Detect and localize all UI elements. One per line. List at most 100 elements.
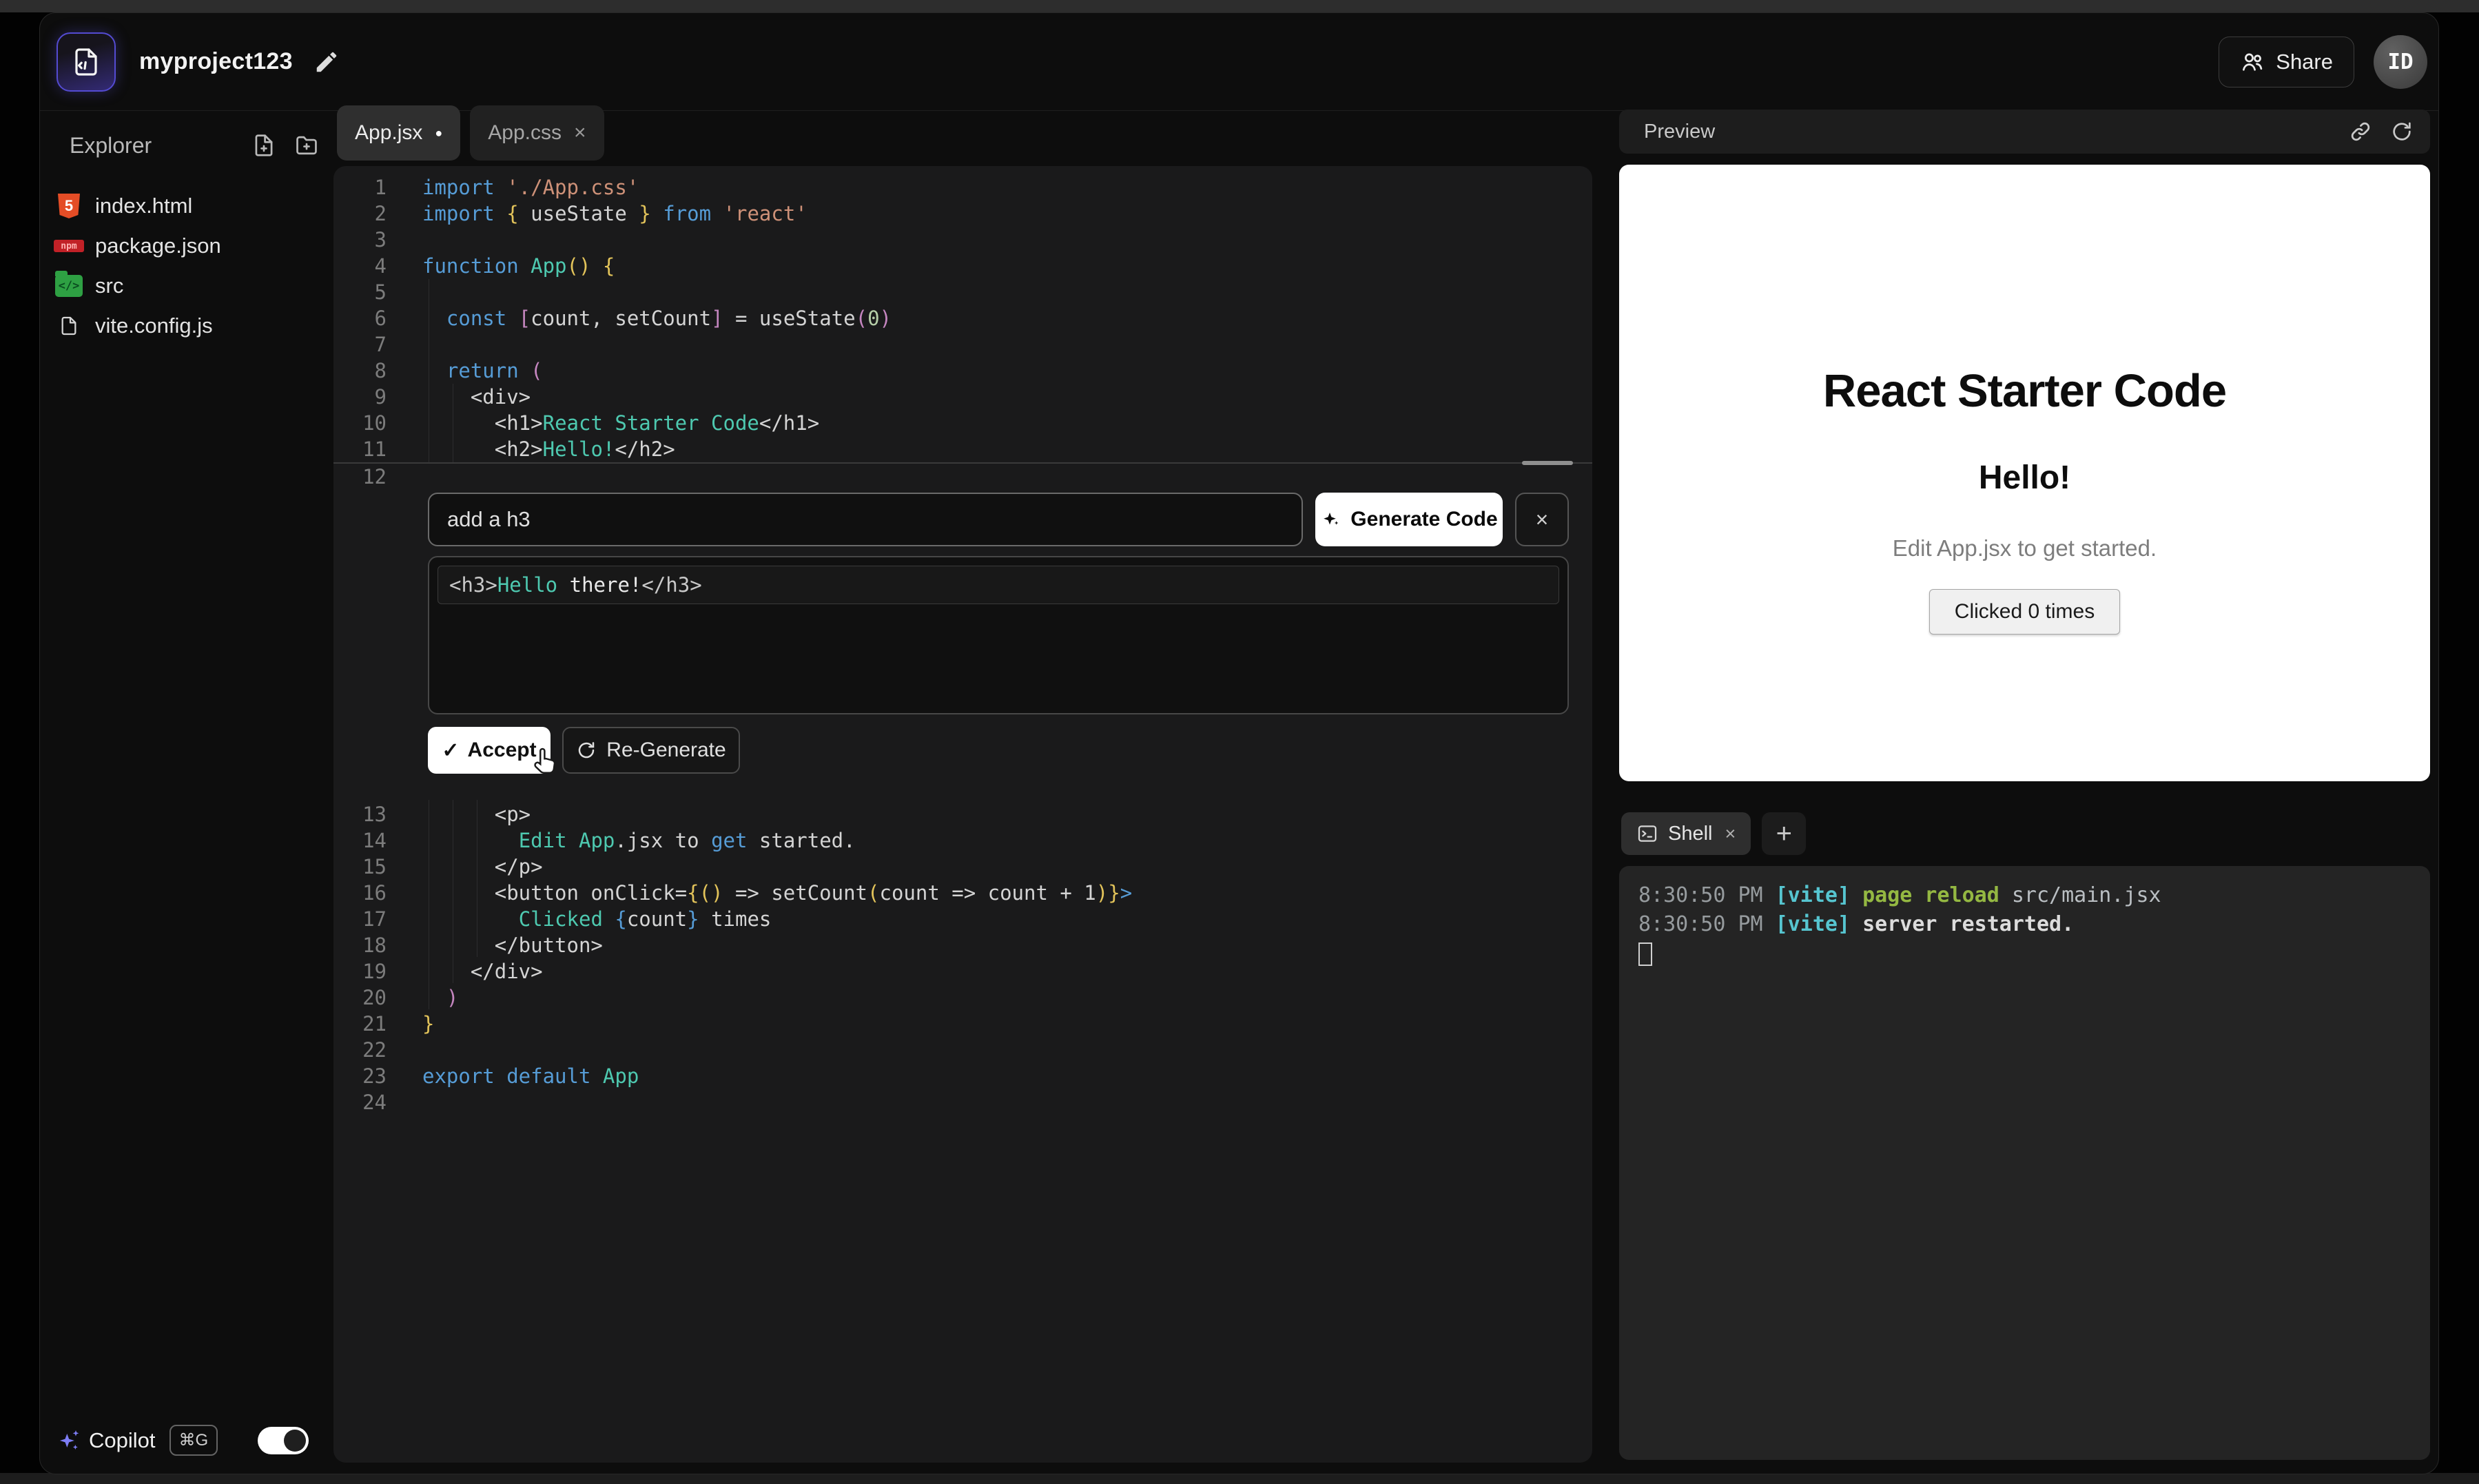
preview-counter-button[interactable]: Clicked 0 times: [1929, 589, 2120, 635]
desktop-background-top: [0, 0, 2479, 12]
code-line[interactable]: 18 </button>: [333, 932, 1592, 958]
refresh-preview-icon[interactable]: [2390, 120, 2414, 143]
generate-code-label: Generate Code: [1350, 508, 1497, 531]
tab-label: App.jsx: [355, 121, 422, 145]
code-line[interactable]: 23export default App: [333, 1063, 1592, 1089]
code-line[interactable]: 10 <h1>React Starter Code</h1>: [333, 410, 1592, 436]
code-line[interactable]: 4function App() {: [333, 253, 1592, 279]
app-logo[interactable]: [56, 32, 116, 92]
line-number: 16: [333, 880, 387, 906]
explorer-title: Explorer: [70, 133, 152, 158]
src-folder-icon: </>: [54, 275, 84, 297]
terminal-line: 8:30:50 PM [vite] server restarted.: [1638, 910, 2411, 939]
file-name: src: [95, 274, 123, 298]
open-link-icon[interactable]: [2349, 120, 2372, 143]
shell-tabs: Shell × +: [1621, 812, 1806, 855]
right-panel: Preview React Starter Code Hell: [1619, 13, 2435, 1474]
file-code-icon: [70, 44, 103, 80]
code-line[interactable]: 19 </div>: [333, 958, 1592, 985]
copilot-toggle[interactable]: [258, 1427, 309, 1454]
html5-icon: 5: [54, 194, 84, 218]
code-line[interactable]: 24: [333, 1089, 1592, 1115]
terminal-lines: 8:30:50 PM [vite] page reload src/main.j…: [1638, 881, 2411, 939]
terminal-output[interactable]: 8:30:50 PM [vite] page reload src/main.j…: [1619, 866, 2430, 1460]
line-number: 19: [333, 958, 387, 985]
preview-iframe[interactable]: React Starter Code Hello! Edit App.jsx t…: [1619, 165, 2430, 781]
regenerate-button[interactable]: Re-Generate: [562, 727, 740, 774]
file-name: package.json: [95, 234, 221, 258]
code-lines-bottom: 13 <p>14 Edit App.jsx to get started.15 …: [333, 801, 1592, 1115]
close-ai-widget-button[interactable]: ×: [1515, 493, 1569, 546]
code-line[interactable]: 11 <h2>Hello!</h2>: [333, 436, 1592, 462]
copilot-bar: Copilot ⌘G: [54, 1425, 309, 1456]
shell-tab-label: Shell: [1668, 823, 1713, 845]
code-line[interactable]: 13 <p>: [333, 801, 1592, 827]
code-line[interactable]: 22: [333, 1037, 1592, 1063]
explorer-sidebar: Explorer 5: [40, 112, 333, 1474]
code-line[interactable]: 8 return (: [333, 358, 1592, 384]
code-line[interactable]: 14 Edit App.jsx to get started.: [333, 827, 1592, 854]
line-number: 20: [333, 985, 387, 1011]
file-name: vite.config.js: [95, 313, 213, 338]
file-row-index-html[interactable]: 5 index.html: [40, 186, 333, 226]
sparkles-icon: [54, 1427, 82, 1454]
code-line[interactable]: 21}: [333, 1011, 1592, 1037]
ai-inline-widget: Generate Code × <h3>Hello there!</h3> ✓ …: [428, 493, 1569, 774]
line-number: 13: [333, 801, 387, 827]
terminal-icon: [1636, 823, 1658, 845]
code-line[interactable]: 20 ): [333, 985, 1592, 1011]
file-row-package-json[interactable]: npm package.json: [40, 226, 333, 266]
line-number: 14: [333, 827, 387, 854]
code-line[interactable]: 3: [333, 227, 1592, 253]
file-name: index.html: [95, 194, 192, 218]
close-tab-icon[interactable]: ×: [574, 121, 586, 145]
rename-project-button[interactable]: [313, 49, 340, 75]
line-number: 12: [333, 464, 387, 490]
code-line[interactable]: 12: [333, 464, 1592, 490]
line-number: 22: [333, 1037, 387, 1063]
code-line[interactable]: 17 Clicked {count} times: [333, 906, 1592, 932]
preview-header: Preview: [1619, 110, 2430, 154]
new-folder-button[interactable]: [294, 132, 320, 158]
line-number: 4: [333, 253, 387, 279]
terminal-cursor: [1638, 942, 1652, 966]
line-number: 5: [333, 279, 387, 305]
tab-app-jsx[interactable]: App.jsx ●: [337, 105, 460, 161]
line-number: 8: [333, 358, 387, 384]
line-number: 6: [333, 305, 387, 331]
shell-tab[interactable]: Shell ×: [1621, 812, 1751, 855]
tab-label: App.css: [488, 121, 562, 145]
line-number: 7: [333, 331, 387, 358]
code-line[interactable]: 6 const [count, setCount] = useState(0): [333, 305, 1592, 331]
code-lines-top: 1import './App.css'2import { useState } …: [333, 166, 1592, 462]
refresh-icon: [576, 740, 597, 761]
copilot-shortcut-badge: ⌘G: [169, 1425, 218, 1456]
preview-hint-text: Edit App.jsx to get started.: [1619, 535, 2430, 561]
code-editor[interactable]: 1import './App.css'2import { useState } …: [333, 166, 1592, 1463]
inline-widget-divider: [333, 462, 1592, 464]
plus-icon: +: [1776, 818, 1792, 849]
code-line[interactable]: 5: [333, 279, 1592, 305]
toggle-knob: [284, 1430, 306, 1452]
line-number: 23: [333, 1063, 387, 1089]
code-line[interactable]: 2import { useState } from 'react': [333, 200, 1592, 227]
ai-prompt-input[interactable]: [428, 493, 1303, 546]
code-line[interactable]: 15 </p>: [333, 854, 1592, 880]
code-line[interactable]: 1import './App.css': [333, 174, 1592, 200]
new-terminal-button[interactable]: +: [1762, 812, 1806, 855]
code-line[interactable]: 7: [333, 331, 1592, 358]
close-shell-icon[interactable]: ×: [1725, 823, 1736, 845]
code-line[interactable]: 16 <button onClick={() => setCount(count…: [333, 880, 1592, 906]
copilot-label: Copilot: [89, 1428, 156, 1453]
terminal-line: 8:30:50 PM [vite] page reload src/main.j…: [1638, 881, 2411, 910]
file-row-vite-config[interactable]: vite.config.js: [40, 306, 333, 346]
new-file-button[interactable]: [251, 132, 277, 158]
line-number: 24: [333, 1089, 387, 1115]
line-number: 17: [333, 906, 387, 932]
file-row-src[interactable]: </> src: [40, 266, 333, 306]
scrollbar-thumb[interactable]: [1522, 461, 1573, 465]
tab-app-css[interactable]: App.css ×: [470, 105, 604, 161]
file-tree: 5 index.html npm package.json </> src: [40, 186, 333, 346]
generate-code-button[interactable]: Generate Code: [1315, 493, 1503, 546]
code-line[interactable]: 9 <div>: [333, 384, 1592, 410]
